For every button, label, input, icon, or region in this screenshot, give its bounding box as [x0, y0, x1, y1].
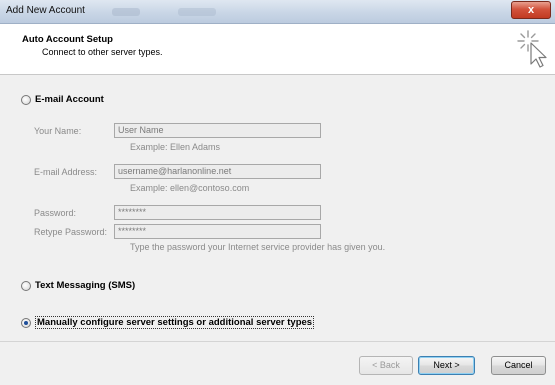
window-title: Add New Account [6, 5, 85, 16]
wizard-cursor-icon [517, 30, 547, 68]
cancel-button[interactable]: Cancel [491, 356, 546, 375]
text-messaging-option[interactable]: Text Messaging (SMS) [21, 280, 135, 291]
retype-password-input[interactable]: ******** [114, 224, 321, 239]
background-window-title-blur [112, 8, 140, 16]
close-button[interactable]: x [511, 1, 551, 19]
page-subtitle: Connect to other server types. [42, 47, 163, 57]
email-address-label: E-mail Address: [34, 167, 98, 177]
email-account-option[interactable]: E-mail Account [21, 94, 104, 105]
retype-password-label: Retype Password: [34, 227, 108, 237]
wizard-header: Auto Account Setup Connect to other serv… [0, 24, 555, 74]
email-account-label: E-mail Account [35, 94, 104, 105]
back-button[interactable]: < Back [359, 356, 413, 375]
email-address-hint: Example: ellen@contoso.com [130, 183, 250, 193]
password-hint: Type the password your Internet service … [130, 242, 386, 252]
password-label: Password: [34, 208, 77, 218]
manual-config-option[interactable]: Manually configure server settings or ad… [21, 316, 315, 329]
your-name-input[interactable]: User Name [114, 123, 321, 138]
next-button[interactable]: Next > [418, 356, 475, 375]
email-account-radio[interactable] [21, 94, 31, 105]
title-bar: Add New Account x [0, 0, 555, 24]
manual-config-label: Manually configure server settings or ad… [35, 316, 315, 329]
background-window-title-blur [178, 8, 216, 16]
email-address-input[interactable]: username@harlanonline.net [114, 164, 321, 179]
your-name-label: Your Name: [34, 126, 82, 136]
page-title: Auto Account Setup [22, 34, 113, 45]
text-messaging-label: Text Messaging (SMS) [35, 280, 136, 291]
your-name-hint: Example: Ellen Adams [130, 142, 221, 152]
text-messaging-radio[interactable] [21, 280, 31, 291]
manual-config-radio[interactable] [21, 317, 31, 328]
close-icon: x [527, 4, 535, 16]
password-input[interactable]: ******** [114, 205, 321, 220]
